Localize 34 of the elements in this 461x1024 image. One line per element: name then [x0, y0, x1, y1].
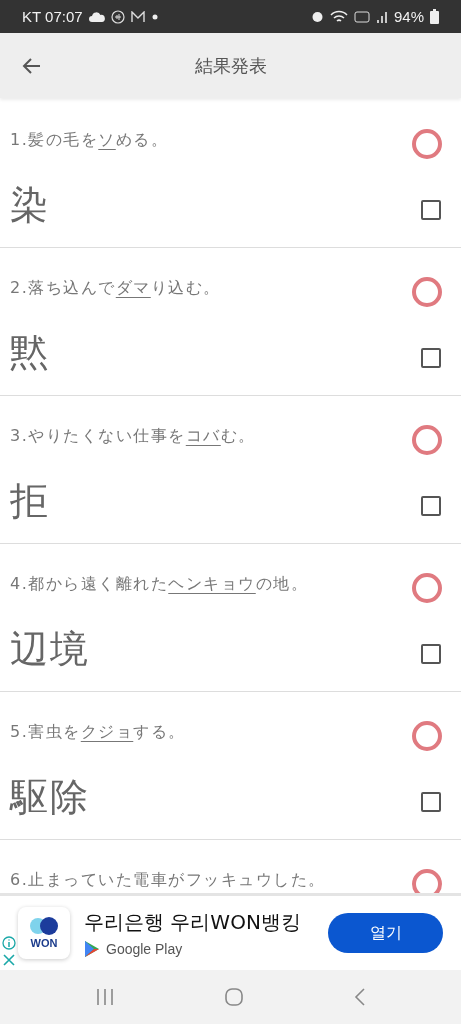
- home-button[interactable]: [223, 987, 244, 1007]
- answer-kanji: 駆除: [10, 774, 90, 821]
- ad-title: 우리은행 우리WON뱅킹: [84, 908, 302, 936]
- wifi-icon: [329, 9, 348, 24]
- open-button[interactable]: 열기: [328, 913, 443, 953]
- store-label: Google Play: [106, 940, 183, 957]
- review-checkbox[interactable]: [421, 495, 441, 516]
- close-icon: [3, 954, 15, 966]
- signal-icon: [375, 10, 388, 23]
- question-text: 2.落ち込んで ダマ り込む。: [10, 277, 221, 299]
- app-logo: WON: [18, 907, 70, 959]
- answer-kanji: 染: [10, 182, 50, 229]
- battery-percent: 94%: [393, 8, 424, 25]
- question-text: 1.髪の毛を ソめる。: [10, 129, 169, 151]
- question-text: 4.都から遠く離れたヘンキョウの地。: [10, 573, 309, 595]
- review-checkbox[interactable]: [421, 643, 441, 664]
- answer-kanji: 黙: [10, 330, 50, 377]
- answer-kanji: 拒: [10, 478, 50, 525]
- question-text: 3.やりたくない仕事を コバむ。: [10, 425, 256, 447]
- cloud-icon: [88, 11, 105, 22]
- status-time: KT 07:07: [22, 8, 83, 25]
- dot-icon: [150, 12, 159, 21]
- battery-icon: [430, 9, 439, 24]
- review-checkbox[interactable]: [421, 347, 441, 368]
- review-checkbox[interactable]: [421, 199, 441, 220]
- mail-icon: [130, 10, 145, 23]
- review-checkbox[interactable]: [421, 791, 441, 812]
- info-icon: [2, 936, 16, 950]
- play-store-icon: [84, 939, 100, 958]
- question-text: 6.止まっていた電車がフッキュウした。: [10, 869, 326, 891]
- screen-title: 結果発表: [193, 53, 268, 78]
- question-text: 5.害虫を クジョする。: [10, 721, 186, 743]
- back-nav-button[interactable]: [352, 987, 367, 1007]
- answer-kanji: 辺境: [10, 626, 90, 673]
